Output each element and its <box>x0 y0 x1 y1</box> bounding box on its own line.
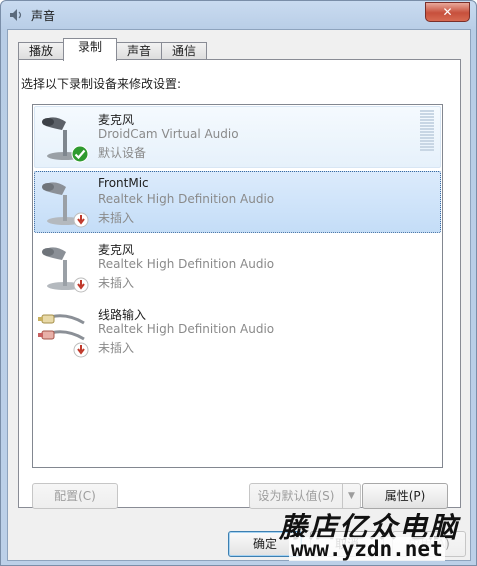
title-bar[interactable]: 声音 ✕ <box>1 1 476 29</box>
red-unplugged-badge <box>73 212 89 228</box>
speaker-icon <box>10 9 22 21</box>
green-check-badge <box>71 145 89 163</box>
tab-sounds[interactable]: 声音 <box>116 42 162 60</box>
device-status: 未插入 <box>98 211 135 225</box>
instruction-text: 选择以下录制设备来修改设置: <box>21 77 182 91</box>
watermark-url: www.yzdn.net <box>289 537 445 561</box>
tab-playback[interactable]: 播放 <box>18 42 64 60</box>
close-button[interactable]: ✕ <box>425 2 470 22</box>
configure-button[interactable]: 配置(C) <box>32 483 118 509</box>
device-driver: Realtek High Definition Audio <box>98 257 275 271</box>
device-driver: Realtek High Definition Audio <box>98 322 275 336</box>
red-unplugged-badge <box>73 342 89 358</box>
device-item-line-in[interactable]: 线路输入 Realtek High Definition Audio 未插入 <box>34 301 441 363</box>
tab-communications[interactable]: 通信 <box>161 42 207 60</box>
device-status: 未插入 <box>98 341 135 355</box>
device-item-frontmic[interactable]: FrontMic Realtek High Definition Audio 未… <box>34 171 441 233</box>
device-name: 线路输入 <box>98 308 147 322</box>
dialog-client-area: 播放 录制 声音 通信 选择以下录制设备来修改设置: 麦克风 DroidCam … <box>7 29 471 561</box>
recording-devices-list[interactable]: 麦克风 DroidCam Virtual Audio 默认设备 FrontMic… <box>32 104 443 468</box>
device-name: 麦克风 <box>98 113 135 127</box>
window-title: 声音 <box>31 9 56 23</box>
device-name: FrontMic <box>98 176 149 190</box>
device-status: 默认设备 <box>98 146 147 160</box>
device-name: 麦克风 <box>98 243 135 257</box>
device-item-droidcam-microphone[interactable]: 麦克风 DroidCam Virtual Audio 默认设备 <box>34 106 441 168</box>
device-driver: DroidCam Virtual Audio <box>98 127 239 141</box>
device-status: 未插入 <box>98 276 135 290</box>
sound-dialog-window: 声音 ✕ 播放 录制 声音 通信 选择以下录制设备来修改设置: 麦克风 Droi… <box>0 0 477 566</box>
device-item-realtek-microphone[interactable]: 麦克风 Realtek High Definition Audio 未插入 <box>34 236 441 298</box>
tab-recording[interactable]: 录制 <box>63 38 117 61</box>
red-unplugged-badge <box>73 277 89 293</box>
level-meter <box>420 110 434 152</box>
device-driver: Realtek High Definition Audio <box>98 192 275 206</box>
